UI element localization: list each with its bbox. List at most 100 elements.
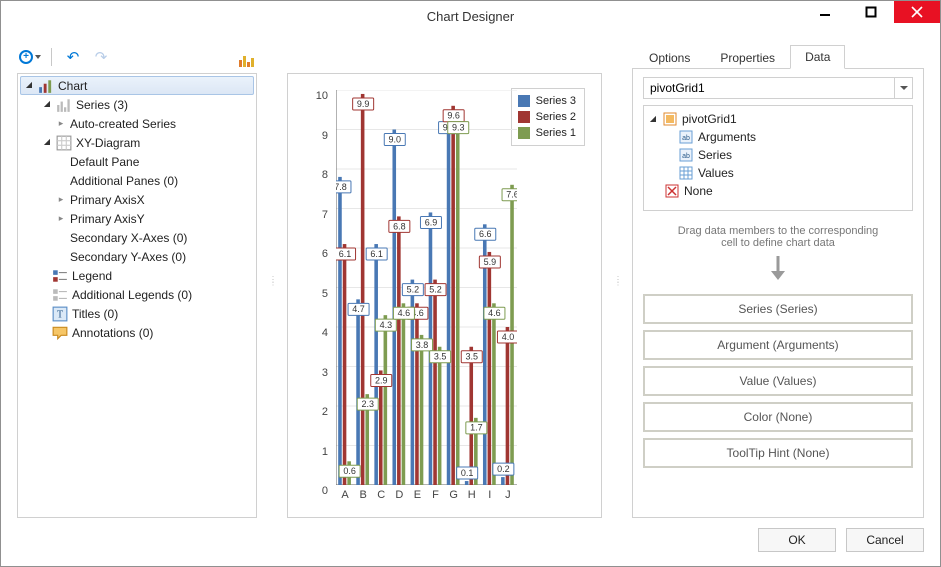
chart-style-button[interactable] (235, 47, 257, 67)
tree-node-additional-panes[interactable]: Additional Panes (0) (20, 171, 254, 190)
ds-node-series[interactable]: ab Series (648, 146, 908, 164)
svg-text:0.6: 0.6 (343, 466, 356, 476)
tree-node-legend[interactable]: Legend (20, 266, 254, 285)
svg-text:6.8: 6.8 (393, 221, 406, 231)
splitter[interactable]: ⋮⋮ (269, 278, 275, 284)
svg-text:4.0: 4.0 (502, 332, 515, 342)
ok-button[interactable]: OK (758, 528, 836, 552)
maximize-button[interactable] (848, 1, 894, 23)
tree-node-secondary-y-axes[interactable]: Secondary Y-Axes (0) (20, 247, 254, 266)
ds-node-none[interactable]: None (648, 182, 908, 200)
svg-text:0.2: 0.2 (497, 464, 510, 474)
chart-legend: Series 3 Series 2 Series 1 (511, 88, 585, 146)
tree-node-diagram[interactable]: XY-Diagram (20, 133, 254, 152)
tab-options[interactable]: Options (634, 46, 705, 69)
ds-node-arguments[interactable]: ab Arguments (648, 128, 908, 146)
tree-node-primary-axis-x[interactable]: Primary AxisX (20, 190, 254, 209)
button-label: OK (788, 533, 805, 547)
drop-color[interactable]: Color (None) (643, 402, 913, 432)
legend-label: Series 1 (536, 127, 576, 139)
data-source-combo[interactable] (643, 77, 913, 99)
add-button[interactable]: + (19, 47, 41, 67)
data-source-tree[interactable]: pivotGrid1 ab Arguments ab Series (643, 105, 913, 211)
drop-value[interactable]: Value (Values) (643, 366, 913, 396)
tree-node-titles[interactable]: T Titles (0) (20, 304, 254, 323)
svg-text:6.1: 6.1 (370, 249, 383, 259)
tree-node-annotations[interactable]: Annotations (0) (20, 323, 254, 342)
tab-properties[interactable]: Properties (705, 46, 790, 69)
tab-label: Data (805, 50, 830, 64)
structure-tree[interactable]: Chart Series (3) Auto-created Series (18, 74, 256, 344)
drop-label: ToolTip Hint (None) (727, 446, 830, 460)
svg-text:T: T (57, 309, 64, 320)
data-source-input[interactable] (644, 78, 894, 98)
svg-text:1.7: 1.7 (470, 423, 483, 433)
drop-label: Series (Series) (738, 302, 817, 316)
expander-icon[interactable] (24, 81, 34, 91)
tree-node-chart[interactable]: Chart (20, 76, 254, 95)
drop-tooltip[interactable]: ToolTip Hint (None) (643, 438, 913, 468)
tree-label: Annotations (0) (72, 326, 153, 340)
svg-text:ab: ab (682, 135, 690, 142)
drop-argument[interactable]: Argument (Arguments) (643, 330, 913, 360)
expander-icon[interactable] (648, 114, 658, 124)
legend-swatch (518, 127, 530, 139)
expander-icon[interactable] (42, 100, 52, 110)
svg-text:2.3: 2.3 (361, 399, 374, 409)
tree-node-default-pane[interactable]: Default Pane (20, 152, 254, 171)
redo-button[interactable]: ↷ (90, 47, 112, 67)
ds-node-values[interactable]: Values (648, 164, 908, 182)
tree-label: Default Pane (70, 155, 139, 169)
expander-icon[interactable] (56, 214, 66, 224)
svg-text:6.9: 6.9 (425, 217, 438, 227)
drop-series[interactable]: Series (Series) (643, 294, 913, 324)
svg-text:3.8: 3.8 (416, 340, 429, 350)
chart-plot: 7.84.76.19.05.26.99.30.16.60.26.19.92.96… (336, 90, 517, 485)
svg-text:4.3: 4.3 (380, 320, 393, 330)
splitter[interactable]: ⋮⋮ (614, 278, 620, 284)
expander-icon[interactable] (56, 119, 66, 129)
separator (51, 48, 52, 66)
legend-icon (52, 268, 68, 284)
tree-node-auto-series[interactable]: Auto-created Series (20, 114, 254, 133)
tree-label: Chart (58, 79, 87, 93)
chart-area[interactable]: Series 3 Series 2 Series 1 012345678910 … (296, 84, 589, 509)
title-icon: T (52, 306, 68, 322)
chart-icon (38, 78, 54, 94)
ds-label: pivotGrid1 (682, 112, 737, 126)
ds-node-pivotgrid[interactable]: pivotGrid1 (648, 110, 908, 128)
window-title: Chart Designer (427, 9, 514, 24)
undo-button[interactable]: ↶ (62, 47, 84, 67)
minimize-button[interactable] (802, 1, 848, 23)
tree-label: Legend (72, 269, 112, 283)
field-string-icon: ab (678, 147, 694, 163)
field-string-icon: ab (678, 129, 694, 145)
cancel-button[interactable]: Cancel (846, 528, 924, 552)
datasource-icon (662, 111, 678, 127)
field-table-icon (678, 165, 694, 181)
dropdown-icon (35, 55, 41, 59)
legend-label: Series 3 (536, 95, 576, 107)
expander-icon[interactable] (56, 195, 66, 205)
tab-data[interactable]: Data (790, 45, 845, 69)
svg-text:7.6: 7.6 (506, 190, 517, 200)
arrow-down-icon (643, 255, 913, 288)
tree-label: Additional Legends (0) (72, 288, 192, 302)
svg-text:4.7: 4.7 (352, 304, 365, 314)
legend-swatch (518, 95, 530, 107)
tree-node-series[interactable]: Series (3) (20, 95, 254, 114)
tree-node-additional-legends[interactable]: Additional Legends (0) (20, 285, 254, 304)
tree-label: Titles (0) (72, 307, 118, 321)
close-button[interactable] (894, 1, 940, 23)
tabs: Options Properties Data (632, 43, 924, 69)
annotation-icon (52, 325, 68, 341)
titlebar: Chart Designer (1, 1, 940, 31)
svg-text:4.6: 4.6 (488, 308, 501, 318)
ds-label: Values (698, 166, 734, 180)
svg-text:3.5: 3.5 (434, 352, 447, 362)
expander-icon[interactable] (42, 138, 52, 148)
dropdown-icon[interactable] (894, 78, 912, 98)
tree-node-primary-axis-y[interactable]: Primary AxisY (20, 209, 254, 228)
tree-node-secondary-x-axes[interactable]: Secondary X-Axes (0) (20, 228, 254, 247)
plus-icon: + (19, 50, 33, 64)
